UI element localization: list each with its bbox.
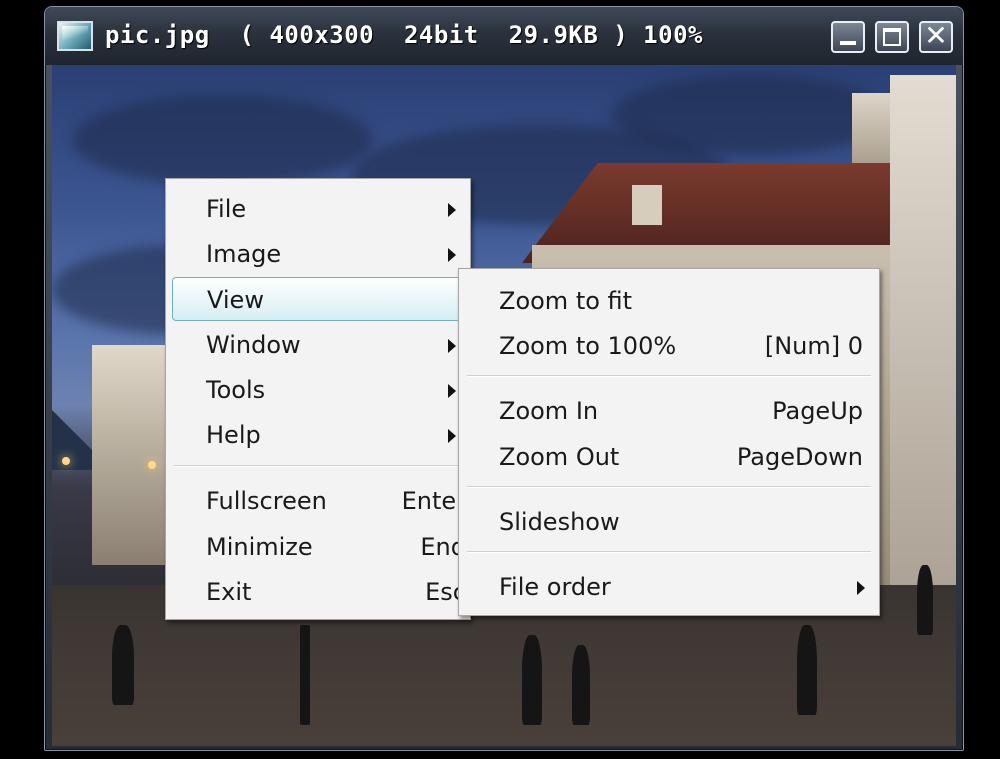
window-title: pic.jpg ( 400x300 24bit 29.9KB ) 100% xyxy=(105,21,703,49)
lamp-post xyxy=(300,625,310,725)
menu-separator xyxy=(467,551,871,553)
menu-item-file-order[interactable]: File order xyxy=(465,565,873,609)
menu-item-zoom-to-fit[interactable]: Zoom to fit xyxy=(465,279,873,323)
menu-item-help[interactable]: Help xyxy=(172,413,464,457)
menu-item-shortcut: PageUp xyxy=(772,397,863,425)
menu-item-label: File order xyxy=(499,573,611,601)
menu-separator xyxy=(467,375,871,377)
menu-item-slideshow[interactable]: Slideshow xyxy=(465,500,873,544)
menu-item-label: Slideshow xyxy=(499,508,620,536)
left-building xyxy=(92,345,172,565)
minimize-icon xyxy=(840,41,856,45)
menu-item-label: Exit xyxy=(206,578,252,606)
menu-item-image[interactable]: Image xyxy=(172,232,464,276)
cloud xyxy=(72,95,372,185)
menu-item-label: View xyxy=(207,286,264,314)
chevron-right-icon xyxy=(448,339,456,353)
menu-item-zoom-out[interactable]: Zoom Out PageDown xyxy=(465,435,873,479)
view-submenu: Zoom to fit Zoom to 100% [Num] 0 Zoom In… xyxy=(458,268,880,616)
person xyxy=(917,565,933,635)
image-file-icon xyxy=(57,21,93,51)
maximize-icon xyxy=(883,28,901,46)
menu-item-label: Window xyxy=(206,331,301,359)
menu-item-file[interactable]: File xyxy=(172,187,464,231)
menu-item-zoom-in[interactable]: Zoom In PageUp xyxy=(465,389,873,433)
menu-item-label: Image xyxy=(206,240,282,268)
person xyxy=(522,635,542,725)
chevron-right-icon xyxy=(857,581,865,595)
screen: pic.jpg ( 400x300 24bit 29.9KB ) 100% ✕ xyxy=(0,0,1000,759)
chevron-right-icon xyxy=(448,429,456,443)
menu-item-minimize[interactable]: Minimize End xyxy=(172,525,466,569)
menu-item-zoom-to-100[interactable]: Zoom to 100% [Num] 0 xyxy=(465,324,873,368)
street-lamp xyxy=(148,461,156,469)
maximize-button[interactable] xyxy=(875,21,909,53)
chevron-right-icon xyxy=(448,384,456,398)
right-building xyxy=(890,75,956,635)
street-lamp xyxy=(62,457,70,465)
chevron-right-icon xyxy=(448,248,456,262)
person xyxy=(797,625,817,715)
menu-item-fullscreen[interactable]: Fullscreen Enter xyxy=(172,479,466,523)
menu-item-exit[interactable]: Exit Esc xyxy=(172,570,466,614)
menu-item-shortcut: PageDown xyxy=(736,443,863,471)
menu-item-label: Zoom to 100% xyxy=(499,332,677,360)
menu-item-label: Fullscreen xyxy=(206,487,327,515)
menu-item-view[interactable]: View xyxy=(172,277,464,321)
menu-separator xyxy=(174,465,462,467)
close-button[interactable]: ✕ xyxy=(919,21,953,53)
menu-separator xyxy=(467,486,871,488)
close-icon: ✕ xyxy=(924,19,948,52)
chevron-right-icon xyxy=(448,203,456,217)
menu-item-shortcut: [Num] 0 xyxy=(764,332,863,360)
menu-item-label: Help xyxy=(206,421,261,449)
menu-item-window[interactable]: Window xyxy=(172,323,464,367)
menu-item-label: Minimize xyxy=(206,533,313,561)
menu-item-label: Zoom to fit xyxy=(499,287,633,315)
cloud xyxy=(612,75,892,155)
tower xyxy=(852,93,890,173)
minimize-button[interactable] xyxy=(831,21,865,53)
menu-item-label: Tools xyxy=(206,376,266,404)
menu-item-shortcut: Enter xyxy=(401,487,466,515)
person xyxy=(572,645,590,725)
person xyxy=(112,625,134,705)
menu-item-label: Zoom Out xyxy=(499,443,620,471)
menu-item-label: File xyxy=(206,195,247,223)
menu-item-tools[interactable]: Tools xyxy=(172,368,464,412)
chimney xyxy=(632,185,662,225)
title-bar[interactable]: pic.jpg ( 400x300 24bit 29.9KB ) 100% ✕ xyxy=(45,7,963,65)
context-menu: File Image View Window Tools Help Fullsc… xyxy=(165,178,471,620)
menu-item-label: Zoom In xyxy=(499,397,599,425)
